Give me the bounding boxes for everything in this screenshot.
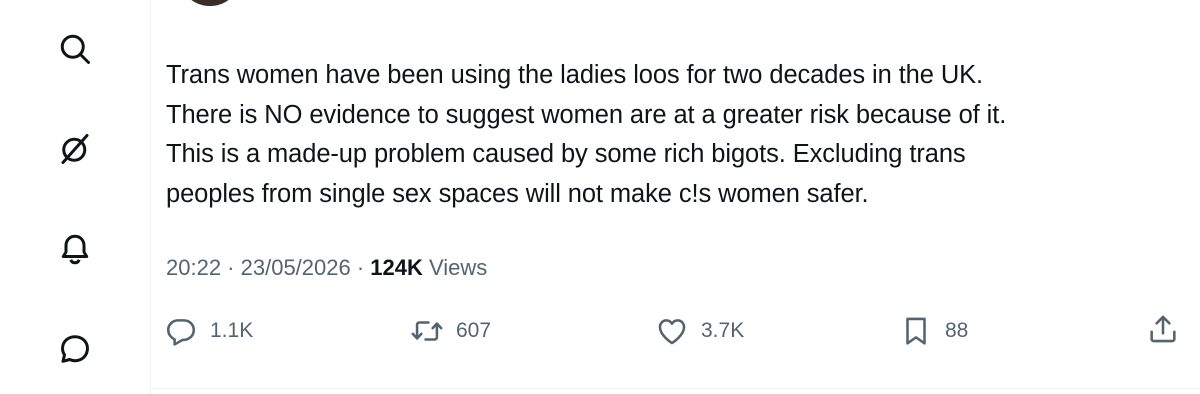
messages-icon[interactable] [54,328,96,370]
heart-icon [658,319,686,345]
reply-button[interactable]: 1.1K [164,312,253,350]
tweet-meta: 20:22 · 23/05/2026 · 124K Views [166,255,487,281]
tweet-line: Trans women have been using the ladies l… [166,61,984,89]
tweet-date[interactable]: 23/05/2026 [241,255,351,280]
grok-icon[interactable] [54,128,96,170]
like-count: 3.7K [701,319,745,342]
meta-separator: · [350,255,371,280]
share-icon [1150,315,1176,343]
reply-icon [166,319,196,346]
like-button[interactable]: 3.7K [655,312,744,350]
search-icon[interactable] [54,28,96,70]
bookmark-icon [906,317,926,345]
tweet-line: peoples from single sex spaces will not … [166,179,869,208]
bookmark-button[interactable]: 88 [899,312,968,350]
reply-count: 1.1K [210,319,254,342]
views-label: Views [422,255,488,280]
repost-icon [411,321,443,341]
tweet-line: This is a made-up problem caused by some… [166,140,966,168]
bookmark-count: 88 [945,319,969,342]
bottom-divider [151,388,1200,389]
notifications-icon[interactable] [54,228,96,270]
share-button[interactable] [1146,312,1182,348]
tweet-time[interactable]: 20:22 [166,255,221,280]
tweet-text: Trans women have been using the ladies l… [166,56,1176,214]
tweet-detail-page: Trans women have been using the ladies l… [0,0,1200,394]
sidebar-nav [0,0,150,394]
repost-button[interactable]: 607 [410,312,491,350]
tweet-line: There is NO evidence to suggest women ar… [166,100,1007,129]
rail-divider [150,0,151,394]
repost-count: 607 [456,319,492,342]
meta-separator: · [221,255,241,280]
views-count[interactable]: 124K [370,255,423,280]
avatar[interactable] [178,0,242,6]
